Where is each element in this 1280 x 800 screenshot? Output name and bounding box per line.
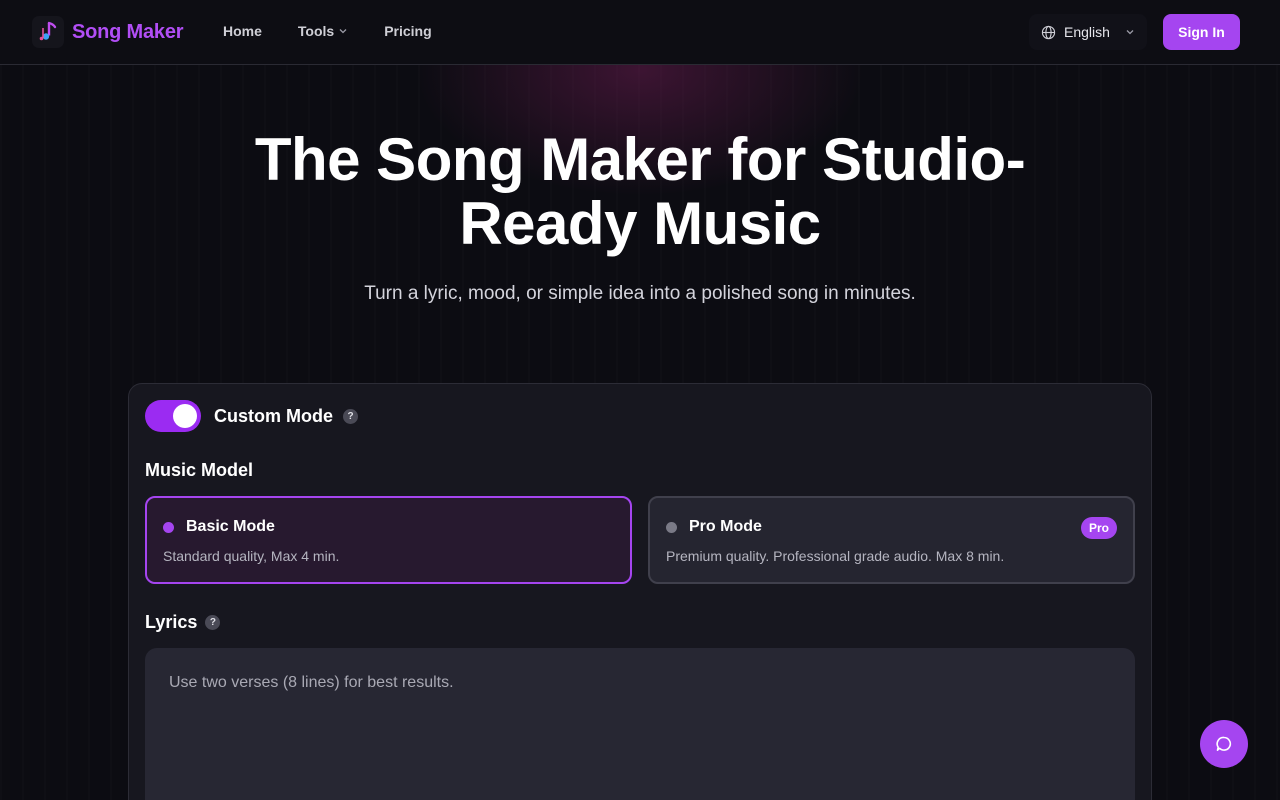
nav-home-label: Home (223, 23, 262, 39)
pro-mode-description: Premium quality. Professional grade audi… (666, 548, 1005, 564)
nav-tools-dropdown[interactable]: Tools (298, 23, 348, 39)
chevron-down-icon (1126, 30, 1134, 35)
custom-mode-toggle[interactable] (145, 400, 201, 432)
language-label: English (1064, 24, 1110, 40)
language-selector[interactable]: English (1029, 14, 1147, 50)
pro-mode-option[interactable]: Pro Mode Premium quality. Professional g… (648, 496, 1135, 584)
hero-subtitle: Turn a lyric, mood, or simple idea into … (364, 283, 916, 304)
lyrics-label-row: Lyrics ? (145, 612, 221, 633)
chat-support-button[interactable] (1200, 720, 1248, 768)
question-icon[interactable]: ? (343, 409, 358, 424)
radio-selected-dot (163, 521, 174, 533)
basic-mode-description: Standard quality, Max 4 min. (163, 548, 340, 564)
globe-icon (1041, 25, 1056, 39)
nav-tools-label: Tools (297, 23, 335, 39)
basic-mode-option[interactable]: Basic Mode Standard quality, Max 4 min. (145, 496, 632, 584)
chevron-down-icon (339, 29, 347, 34)
nav-home-link[interactable]: Home (223, 23, 262, 39)
hero-title-line1: The Song Maker for Studio- (254, 126, 1026, 193)
custom-mode-label: Custom Mode (214, 406, 333, 426)
pro-mode-title: Pro Mode (689, 518, 762, 535)
music-note-icon (32, 16, 64, 48)
top-navbar: Song Maker Home Tools Pricing English Si… (0, 0, 1280, 65)
chat-bubble-icon (1216, 736, 1232, 751)
main-nav: Home Tools Pricing (223, 23, 468, 39)
nav-pricing-label: Pricing (384, 23, 432, 39)
basic-mode-title: Basic Mode (186, 518, 275, 535)
page: Song Maker Home Tools Pricing English Si… (0, 0, 1280, 800)
lyrics-input[interactable] (145, 648, 1135, 800)
song-form-card: Custom Mode ? Music Model Basic Mode Sta… (128, 383, 1152, 800)
radio-unselected-dot (666, 521, 677, 533)
toggle-knob (173, 404, 197, 428)
hero-title-line2: Ready Music (459, 190, 821, 257)
sign-in-button[interactable]: Sign In (1163, 14, 1240, 50)
brand-logo[interactable]: Song Maker (32, 16, 184, 48)
question-icon[interactable]: ? (205, 615, 221, 630)
hero-title: The Song Maker for Studio- Ready Music (0, 128, 1280, 256)
brand-name: Song Maker (72, 20, 184, 43)
lyrics-label: Lyrics (145, 612, 198, 632)
music-model-label: Music Model (145, 460, 254, 480)
pro-badge: Pro (1080, 517, 1117, 539)
nav-pricing-link[interactable]: Pricing (384, 23, 431, 39)
